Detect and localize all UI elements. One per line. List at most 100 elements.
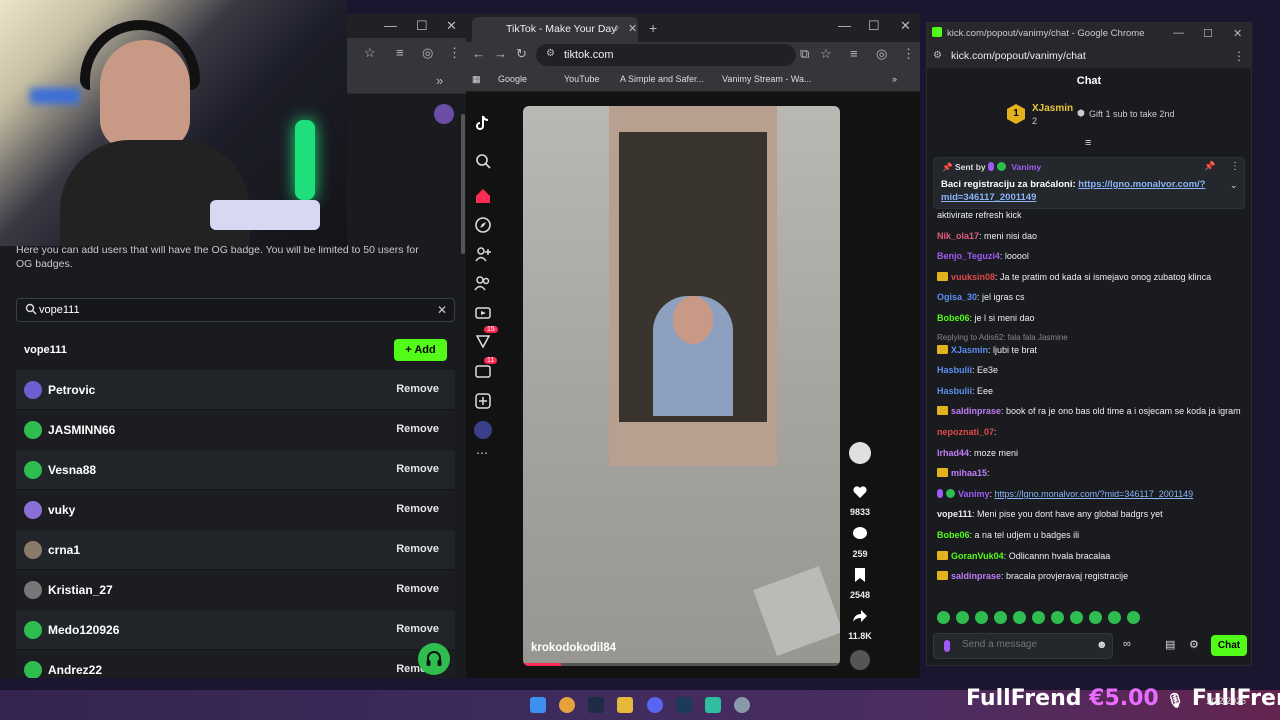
remove-button[interactable]: Remove [396,463,439,475]
like-button[interactable]: 9833 [846,484,874,517]
close-icon[interactable]: ✕ [900,18,911,34]
profile-icon[interactable]: ◎ [422,45,433,61]
chat-username[interactable]: vope111 [937,509,972,519]
bookmark-simple-safer[interactable]: A Simple and Safer... [620,74,704,84]
minimize-icon[interactable]: — [838,18,851,33]
top-gifter[interactable]: 1 XJasmin 2 ⬢ Gift 1 sub to take 2nd [1007,101,1207,131]
home-icon[interactable] [474,187,492,205]
steam-icon[interactable] [588,697,604,713]
url-field[interactable]: ⚙ tiktok.com [536,44,796,66]
bookmark-vanimy-stream[interactable]: Vanimy Stream - Wa... [722,74,812,84]
support-chat-button[interactable] [418,643,450,675]
chat-username[interactable]: vuuksin08 [951,272,995,282]
settings-icon[interactable] [734,697,750,713]
install-app-icon[interactable]: ⧉ [800,46,809,62]
bookmark-youtube[interactable]: YouTube [564,74,599,84]
star-icon[interactable]: ☆ [364,45,376,61]
bookmark-google[interactable]: Google [498,74,527,84]
audio-icon[interactable]: ♪ [614,22,620,34]
explore-icon[interactable] [474,216,492,234]
remove-button[interactable]: Remove [396,503,439,515]
chat-username[interactable]: Ogisa_30 [937,292,977,302]
forward-icon[interactable]: → [494,46,507,61]
emote-picker-icon[interactable]: ∞ [1123,638,1131,650]
windows-start-icon[interactable] [530,697,546,713]
chat-username[interactable]: Vanimy [958,489,990,499]
tab-tiktok[interactable]: TikTok - Make Your Day ♪ ✕ [472,17,638,42]
chat-username[interactable]: Nik_ola17 [937,231,979,241]
remove-button[interactable]: Remove [396,623,439,635]
emote-icon[interactable] [1089,611,1102,624]
minimize-icon[interactable]: — [384,18,397,33]
avatar[interactable] [434,104,454,124]
expand-icon[interactable]: ≡ [1085,137,1091,149]
apps-icon[interactable]: ▦ [472,74,481,85]
close-icon[interactable]: ✕ [446,18,457,34]
chrome-icon[interactable] [559,697,575,713]
activity-icon[interactable] [474,332,492,350]
music-disc[interactable] [846,650,874,670]
following-icon[interactable] [474,245,492,263]
chat-username[interactable]: Bobe06 [937,313,970,323]
chat-username[interactable]: XJasmin [951,345,988,355]
steam-icon-2[interactable] [676,697,692,713]
search-icon[interactable] [474,152,492,170]
message-input[interactable] [962,639,1092,650]
emote-icon[interactable] [1127,611,1140,624]
chat-username[interactable]: Irhad44 [937,448,969,458]
video-player[interactable]: krokodokodil84 [523,106,840,666]
emote-icon[interactable] [1051,611,1064,624]
search-input[interactable] [39,302,419,318]
gear-icon[interactable]: ⚙ [1189,638,1199,651]
emoji-icon[interactable]: ☻ [1096,639,1108,651]
pinned-sender-name[interactable]: Vanimy [1011,162,1041,172]
emote-icon[interactable] [956,611,969,624]
comment-button[interactable]: 259 [846,526,874,559]
star-icon[interactable]: ☆ [820,46,832,62]
upload-icon[interactable] [474,392,492,410]
new-tab-icon[interactable]: + [649,20,657,36]
send-chat-button[interactable]: Chat [1211,635,1247,656]
save-button[interactable]: 2548 [846,567,874,600]
video-progress-bar[interactable] [523,663,840,666]
scrollbar[interactable] [461,114,465,254]
live-icon[interactable] [474,303,492,321]
user-search-field[interactable]: ✕ [16,298,455,322]
emote-icon[interactable] [937,611,950,624]
reload-icon[interactable]: ↻ [516,46,527,62]
clear-icon[interactable]: ✕ [437,303,447,317]
tiktok-logo-icon[interactable] [474,114,492,132]
emote-icon[interactable] [1013,611,1026,624]
discord-icon[interactable] [647,697,663,713]
chevron-right-icon[interactable]: » [436,73,443,88]
remove-button[interactable]: Remove [396,383,439,395]
minimize-icon[interactable]: — [1173,27,1184,39]
chevron-down-icon[interactable]: ⌄ [1230,180,1238,191]
chat-username[interactable]: Benjo_Teguzi4 [937,251,1000,261]
chat-link[interactable]: https://lgno.monalvor.com/?mid=346117_20… [995,489,1194,499]
emote-icon[interactable] [994,611,1007,624]
video-author[interactable]: krokodokodil84 [531,642,616,654]
chat-username[interactable]: saldinprase [951,406,1001,416]
emote-icon[interactable] [1032,611,1045,624]
media-icon[interactable]: ≡ [396,45,404,60]
maximize-icon[interactable]: ☐ [416,18,428,34]
gift-cta[interactable]: Gift 1 sub to take 2nd [1089,109,1175,119]
app-icon[interactable] [705,697,721,713]
chat-username[interactable]: nepoznati_07 [937,427,994,437]
add-user-button[interactable]: + Add [394,339,447,361]
profile-avatar[interactable] [474,421,492,439]
menu-icon[interactable]: ⋮ [902,46,915,62]
chat-username[interactable]: mihaa15 [951,468,987,478]
close-icon[interactable]: ✕ [1233,27,1242,40]
pin-icon[interactable]: 📌 [1204,161,1215,172]
creator-avatar[interactable] [846,442,874,464]
maximize-icon[interactable]: ☐ [1203,27,1213,40]
profile-icon[interactable]: ◎ [876,46,887,62]
menu-icon[interactable]: ⋮ [1233,49,1245,63]
site-info-icon[interactable]: ⚙ [933,50,942,61]
remove-button[interactable]: Remove [396,583,439,595]
remove-button[interactable]: Remove [396,423,439,435]
chat-username[interactable]: GoranVuk04 [951,551,1004,561]
chat-url-bar[interactable]: ⚙ kick.com/popout/vanimy/chat ⋮ [927,45,1251,69]
